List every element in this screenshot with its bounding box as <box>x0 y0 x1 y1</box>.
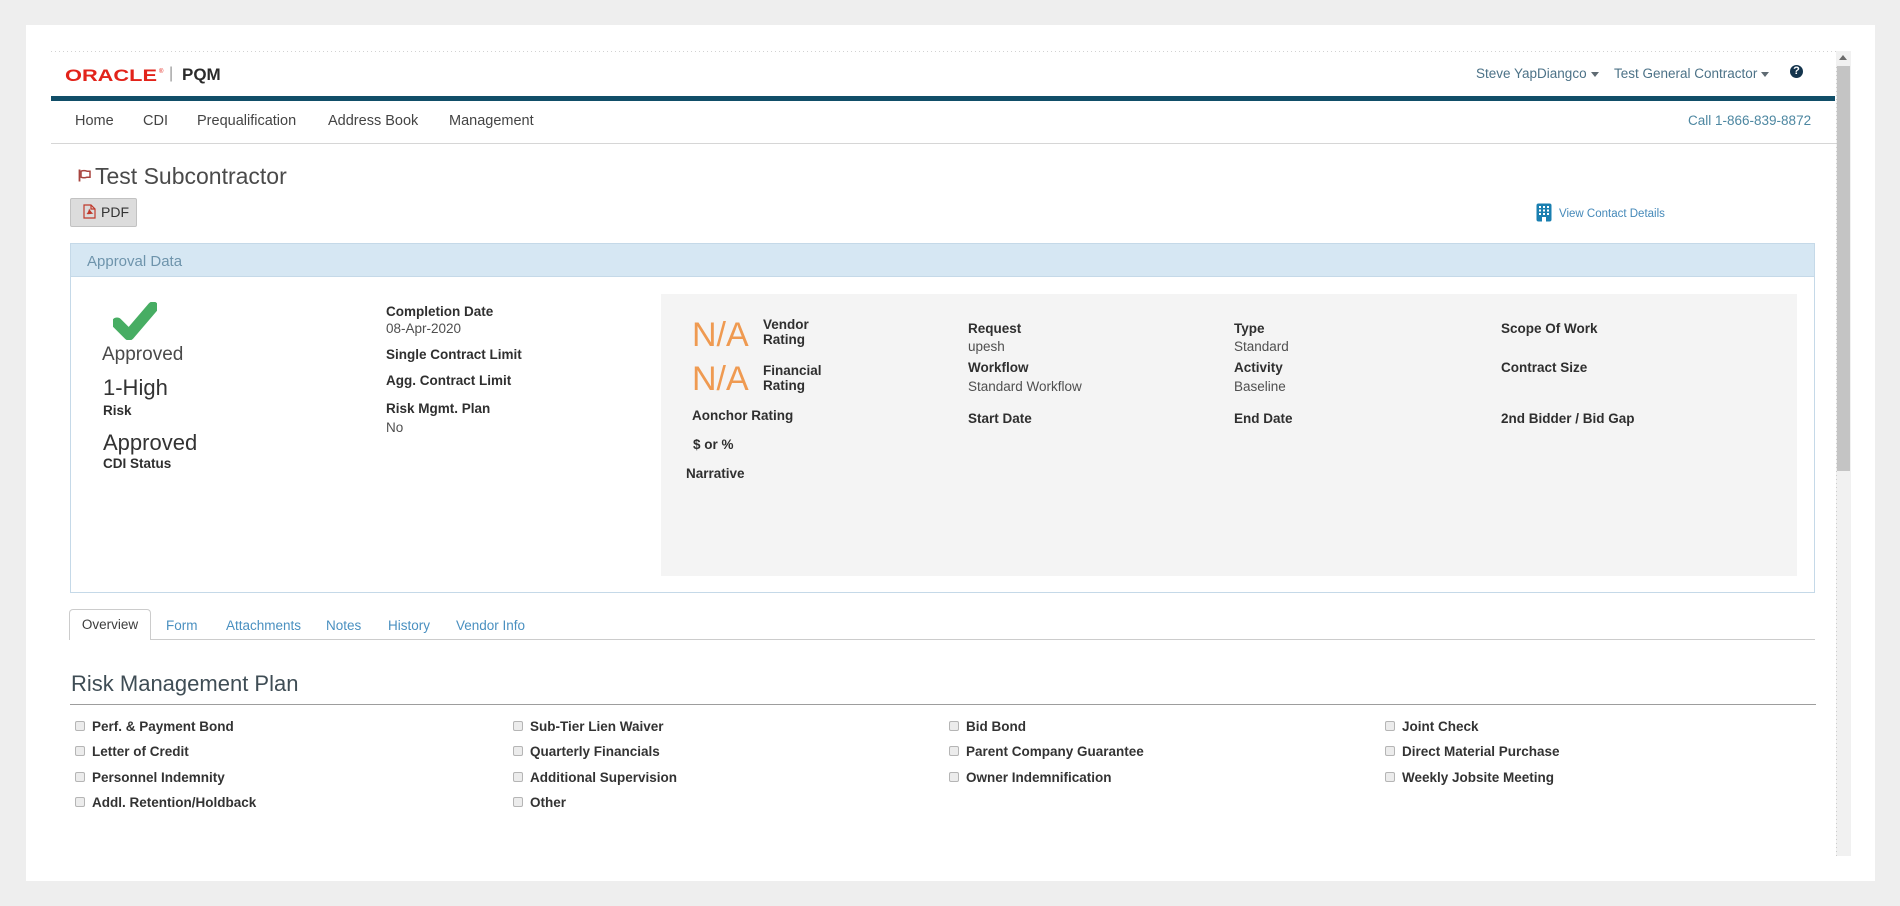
svg-text:®: ® <box>159 68 164 75</box>
svg-text:ORACLE: ORACLE <box>65 68 157 83</box>
